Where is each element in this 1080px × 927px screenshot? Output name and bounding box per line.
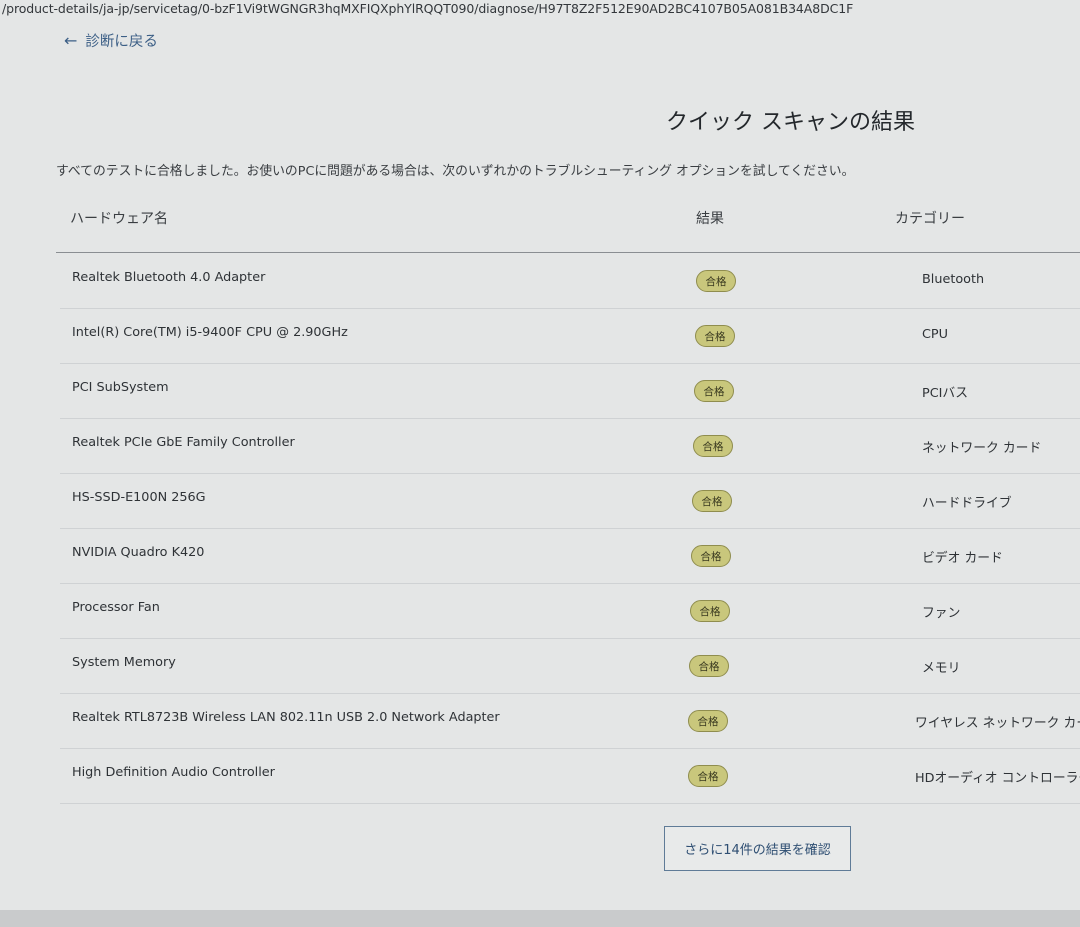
category: ビデオ カード xyxy=(922,551,1003,566)
table-row: Processor Fan 合格 ファン xyxy=(60,584,1080,639)
table-header: ハードウェア名 結果 カテゴリー xyxy=(56,196,1080,253)
show-more-results-button[interactable]: さらに14件の結果を確認 xyxy=(664,826,851,871)
table-row: High Definition Audio Controller 合格 HDオー… xyxy=(60,749,1080,804)
hardware-name: Realtek PCIe GbE Family Controller xyxy=(72,435,295,450)
left-arrow-icon: ← xyxy=(64,30,78,50)
hardware-name: NVIDIA Quadro K420 xyxy=(72,545,205,560)
pass-badge: 合格 xyxy=(691,545,731,567)
table-row: System Memory 合格 メモリ xyxy=(60,639,1080,694)
category: ネットワーク カード xyxy=(922,441,1042,456)
category: ハードドライブ xyxy=(922,496,1012,511)
hardware-name: Realtek Bluetooth 4.0 Adapter xyxy=(72,270,266,285)
hardware-name: High Definition Audio Controller xyxy=(72,765,275,780)
pass-badge: 合格 xyxy=(690,600,730,622)
hardware-name: System Memory xyxy=(72,655,176,670)
pass-badge: 合格 xyxy=(696,270,736,292)
table-row: Realtek Bluetooth 4.0 Adapter 合格 Bluetoo… xyxy=(60,254,1080,309)
category: PCIバス xyxy=(922,386,969,401)
pass-badge: 合格 xyxy=(695,325,735,347)
hardware-name: Intel(R) Core(TM) i5-9400F CPU @ 2.90GHz xyxy=(72,325,348,340)
table-row: PCI SubSystem 合格 PCIバス xyxy=(60,364,1080,419)
category: HDオーディオ コントローラー xyxy=(915,771,1080,786)
category: ワイヤレス ネットワーク カード xyxy=(915,716,1080,731)
hardware-name: Realtek RTL8723B Wireless LAN 802.11n US… xyxy=(72,710,500,725)
table-row: Intel(R) Core(TM) i5-9400F CPU @ 2.90GHz… xyxy=(60,309,1080,364)
hardware-name: PCI SubSystem xyxy=(72,380,169,395)
pass-badge: 合格 xyxy=(694,380,734,402)
category: メモリ xyxy=(922,661,961,676)
header-category: カテゴリー xyxy=(895,211,965,227)
page-title: クイック スキャンの結果 xyxy=(666,110,915,135)
back-link-label: 診断に戻る xyxy=(85,34,158,50)
category: ファン xyxy=(922,606,961,621)
hardware-name: HS-SSD-E100N 256G xyxy=(72,490,206,505)
results-table: Realtek Bluetooth 4.0 Adapter 合格 Bluetoo… xyxy=(60,254,1080,804)
summary-text: すべてのテストに合格しました。お使いのPCに問題がある場合は、次のいずれかのトラ… xyxy=(56,164,855,179)
header-result: 結果 xyxy=(696,211,724,227)
bottom-divider xyxy=(0,910,1080,927)
pass-badge: 合格 xyxy=(692,490,732,512)
address-bar-url[interactable]: /product-details/ja-jp/servicetag/0-bzF1… xyxy=(0,0,1080,22)
header-hardware-name: ハードウェア名 xyxy=(70,211,168,227)
category: Bluetooth xyxy=(922,272,985,287)
pass-badge: 合格 xyxy=(688,765,728,787)
pass-badge: 合格 xyxy=(689,655,729,677)
table-row: Realtek PCIe GbE Family Controller 合格 ネッ… xyxy=(60,419,1080,474)
table-row: HS-SSD-E100N 256G 合格 ハードドライブ xyxy=(60,474,1080,529)
back-to-diagnostics-link[interactable]: ← 診断に戻る xyxy=(64,30,158,51)
table-row: NVIDIA Quadro K420 合格 ビデオ カード xyxy=(60,529,1080,584)
pass-badge: 合格 xyxy=(693,435,733,457)
hardware-name: Processor Fan xyxy=(72,600,160,615)
pass-badge: 合格 xyxy=(688,710,728,732)
table-row: Realtek RTL8723B Wireless LAN 802.11n US… xyxy=(60,694,1080,749)
category: CPU xyxy=(922,327,949,342)
